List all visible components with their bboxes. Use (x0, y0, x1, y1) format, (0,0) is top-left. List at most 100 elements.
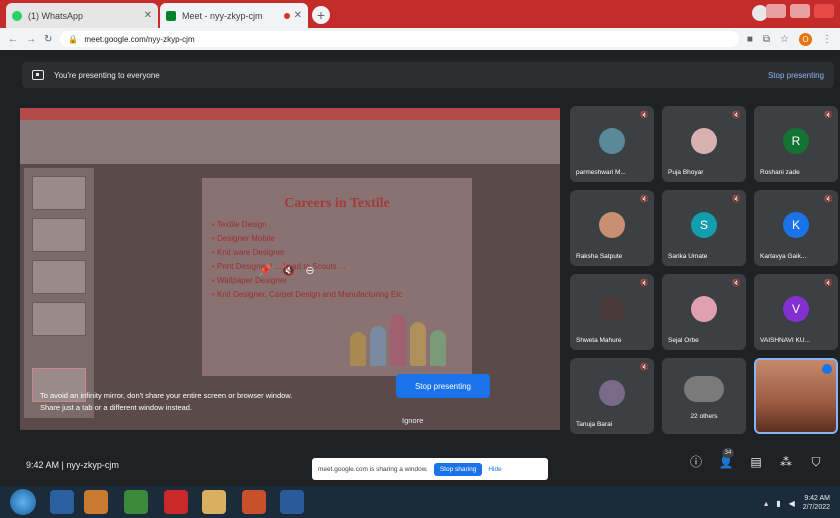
start-button[interactable] (10, 489, 36, 515)
powerpoint-icon[interactable] (242, 490, 266, 514)
sharing-notification-bar: meet.google.com is sharing a window. Sto… (312, 458, 548, 480)
system-tray: ▴ ▮ ◀ 9:42 AM 2/7/2022 (764, 494, 830, 512)
stop-presenting-button[interactable]: Stop presenting (396, 374, 490, 398)
participant-name: Raksha Satpute (576, 253, 623, 260)
address-bar[interactable]: 🔒 meet.google.com/nyy-zkyp-cjm (60, 31, 739, 47)
chat-icon[interactable]: ▤ (748, 454, 764, 470)
network-icon[interactable]: ▮ (776, 499, 780, 508)
browser-toolbar: ← → ↻ 🔒 meet.google.com/nyy-zkyp-cjm ■ ⧉… (0, 28, 840, 50)
slide-title: Careers in Textile (284, 196, 390, 211)
participant-tile[interactable]: 🔇 Tanuja Barai (570, 358, 654, 434)
participant-name: Tanuja Barai (576, 421, 613, 428)
ie-icon[interactable] (50, 490, 74, 514)
meeting-code: nyy-zkyp-cjm (66, 460, 119, 470)
participant-tile[interactable]: 🔇 S Sarika Umate (662, 190, 746, 266)
profile-avatar[interactable]: O (799, 32, 812, 46)
minimize-button[interactable] (766, 4, 786, 18)
participant-tile[interactable]: 🔇 Puja Bhoyar (662, 106, 746, 182)
participant-tile[interactable]: 🔇 K Kartavya Gaik... (754, 190, 838, 266)
folder-icon[interactable] (202, 490, 226, 514)
participant-name: Puja Bhoyar (668, 169, 704, 176)
meeting-time: 9:42 AM (26, 460, 60, 470)
taskbar-clock[interactable]: 9:42 AM 2/7/2022 (803, 494, 830, 512)
sharing-text: meet.google.com is sharing a window. (318, 465, 428, 473)
mic-off-icon: 🔇 (732, 196, 741, 203)
people-icon[interactable]: 👤 34 (718, 448, 734, 470)
maximize-button[interactable] (790, 4, 810, 18)
share-page-icon[interactable]: ⧉ (763, 34, 770, 45)
slide-thumbnail (32, 302, 86, 336)
volume-icon[interactable]: ◀ (789, 499, 795, 508)
hide-button[interactable]: Hide (488, 466, 501, 473)
presentation-stage: Careers in Textile Textile Design Design… (20, 108, 560, 430)
presenting-banner: You're presenting to everyone Stop prese… (22, 62, 834, 88)
avatar: K (783, 212, 809, 238)
participant-name: Kartavya Gaik... (760, 253, 807, 260)
bookmark-star-icon[interactable]: ☆ (780, 34, 789, 45)
ignore-button[interactable]: Ignore (402, 416, 423, 425)
self-video-tile[interactable] (754, 358, 838, 434)
forward-icon[interactable]: → (26, 34, 36, 45)
participant-tile[interactable]: 🔇 Sejal Orbe (662, 274, 746, 350)
slide-bullet: Knit ware Designer (212, 246, 402, 260)
back-icon[interactable]: ← (8, 34, 18, 45)
more-menu-icon[interactable]: ⋮ (822, 34, 832, 45)
shield-icon[interactable]: ⛉ (808, 454, 824, 470)
camera-icon[interactable]: ■ (747, 34, 753, 45)
tray-icon[interactable]: ▴ (764, 499, 768, 508)
close-icon[interactable]: ✕ (144, 10, 152, 21)
avatar: R (783, 128, 809, 154)
whatsapp-icon (12, 10, 22, 21)
participant-name: Sejal Orbe (668, 337, 699, 344)
tab-whatsapp[interactable]: (1) WhatsApp ✕ (6, 3, 158, 28)
slide-thumbnail (32, 218, 86, 252)
participant-tile[interactable]: 🔇 Raksha Satpute (570, 190, 654, 266)
slide-bullet: Designer Mobile (212, 232, 402, 246)
avatar (691, 296, 717, 322)
avatar (691, 128, 717, 154)
participant-tile[interactable]: 🔇 parmeshwari M... (570, 106, 654, 182)
tab-label: (1) WhatsApp (28, 10, 84, 21)
ppt-ribbon (20, 120, 560, 164)
more-options-icon[interactable] (822, 364, 832, 374)
participant-name: Sarika Umate (668, 253, 708, 260)
info-icon[interactable]: ⓘ (688, 454, 704, 470)
chrome-icon[interactable] (124, 490, 148, 514)
window-controls (766, 4, 834, 18)
others-tile[interactable]: 22 others (662, 358, 746, 434)
activities-icon[interactable]: ⁂ (778, 454, 794, 470)
participant-tile[interactable]: 🔇 Shweta Mahure (570, 274, 654, 350)
avatar: V (783, 296, 809, 322)
opera-icon[interactable] (164, 490, 188, 514)
close-icon[interactable]: ✕ (294, 10, 302, 21)
remove-icon[interactable]: ⊖ (305, 264, 314, 277)
close-window-button[interactable] (814, 4, 834, 18)
participant-tile[interactable]: 🔇 R Roshani zade (754, 106, 838, 182)
mic-off-icon[interactable]: 🔇 (282, 264, 296, 277)
url-text: meet.google.com/nyy-zkyp-cjm (84, 34, 195, 44)
mic-off-icon: 🔇 (732, 112, 741, 119)
media-icon[interactable] (84, 490, 108, 514)
lock-icon[interactable]: 🔒 (68, 35, 78, 44)
clock-time: 9:42 AM (804, 495, 830, 502)
current-slide: Careers in Textile Textile Design Design… (202, 178, 472, 376)
pin-icon[interactable]: 📌 (258, 264, 272, 277)
participant-tile[interactable]: 🔇 V VAISHNAVI KU... (754, 274, 838, 350)
word-icon[interactable] (280, 490, 304, 514)
participant-name: VAISHNAVI KU... (760, 337, 810, 344)
slide-thumbnail (32, 176, 86, 210)
others-label: 22 others (690, 413, 718, 420)
stop-presenting-link[interactable]: Stop presenting (768, 71, 824, 80)
warning-line: To avoid an infinity mirror, don't share… (40, 391, 293, 400)
new-tab-button[interactable]: + (312, 6, 330, 24)
slide-thumbnail-pane (24, 168, 94, 418)
participant-name: parmeshwari M... (576, 169, 626, 176)
mic-off-icon: 🔇 (640, 280, 649, 287)
avatar (599, 380, 625, 406)
avatar (599, 296, 625, 322)
mic-off-icon: 🔇 (640, 112, 649, 119)
tab-meet[interactable]: Meet - nyy-zkyp-cjm ✕ (160, 3, 308, 28)
slide-bullet: Textile Design (212, 218, 402, 232)
reload-icon[interactable]: ↻ (44, 34, 52, 45)
stop-sharing-button[interactable]: Stop sharing (433, 462, 483, 476)
